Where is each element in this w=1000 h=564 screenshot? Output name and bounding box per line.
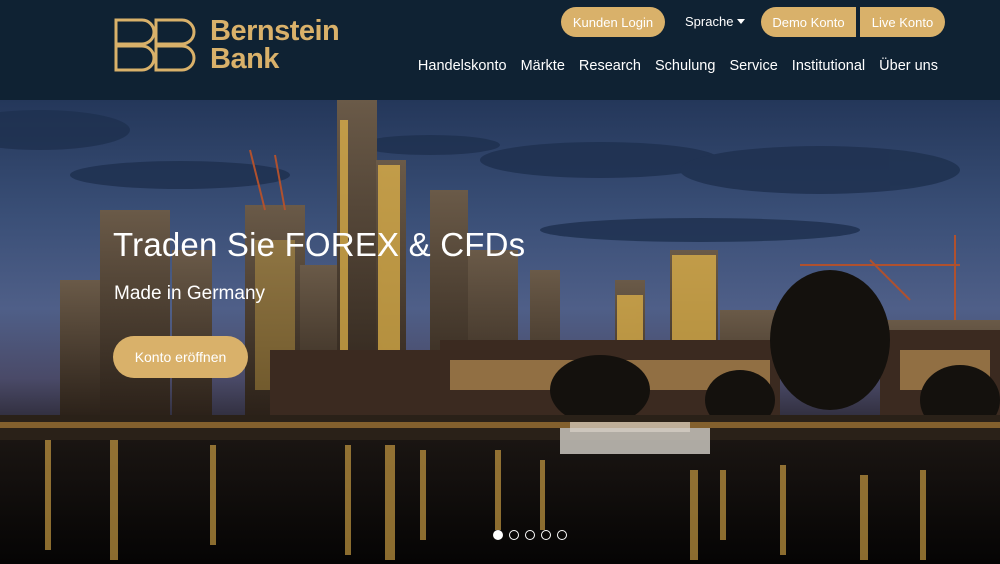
bernstein-bank-logo[interactable]: Bernstein Bank: [112, 15, 340, 75]
nav-item-service[interactable]: Service: [729, 58, 777, 74]
nav-item-schulung[interactable]: Schulung: [655, 58, 715, 74]
slide-dot-3[interactable]: [525, 530, 535, 540]
logo-line-2: Bank: [210, 43, 279, 75]
slide-dot-4[interactable]: [541, 530, 551, 540]
slide-dot-2[interactable]: [509, 530, 519, 540]
caret-down-icon: [737, 19, 746, 24]
live-account-button[interactable]: Live Konto: [860, 7, 945, 37]
nav-item-ueber-uns[interactable]: Über uns: [879, 58, 938, 74]
hero-subtitle: Made in Germany: [114, 283, 266, 304]
frankfurt-skyline-image: [0, 100, 1000, 564]
slider-pagination: [493, 530, 567, 540]
site-header: Bernstein Bank Kunden Login Sprache Demo…: [0, 0, 1000, 100]
language-dropdown[interactable]: Sprache: [685, 14, 746, 29]
demo-account-button[interactable]: Demo Konto: [761, 7, 856, 37]
language-label: Sprache: [685, 14, 734, 29]
nav-item-handelskonto[interactable]: Handelskonto: [418, 58, 507, 74]
slide-dot-1[interactable]: [493, 530, 503, 540]
logo-line-1: Bernstein: [210, 15, 340, 47]
nav-item-institutional[interactable]: Institutional: [792, 58, 865, 74]
main-navigation: Handelskonto Märkte Research Schulung Se…: [418, 58, 938, 74]
nav-item-research[interactable]: Research: [579, 58, 641, 74]
customer-login-button[interactable]: Kunden Login: [561, 7, 665, 37]
open-account-button[interactable]: Konto eröffnen: [113, 336, 248, 378]
nav-item-maerkte[interactable]: Märkte: [521, 58, 565, 74]
logo-mark-icon: [114, 18, 196, 72]
hero-title: Traden Sie FOREX & CFDs: [113, 226, 526, 263]
logo-wordmark: Bernstein Bank: [210, 15, 340, 75]
slide-dot-5[interactable]: [557, 530, 567, 540]
hero-slider: Traden Sie FOREX & CFDs Made in Germany …: [0, 100, 1000, 564]
